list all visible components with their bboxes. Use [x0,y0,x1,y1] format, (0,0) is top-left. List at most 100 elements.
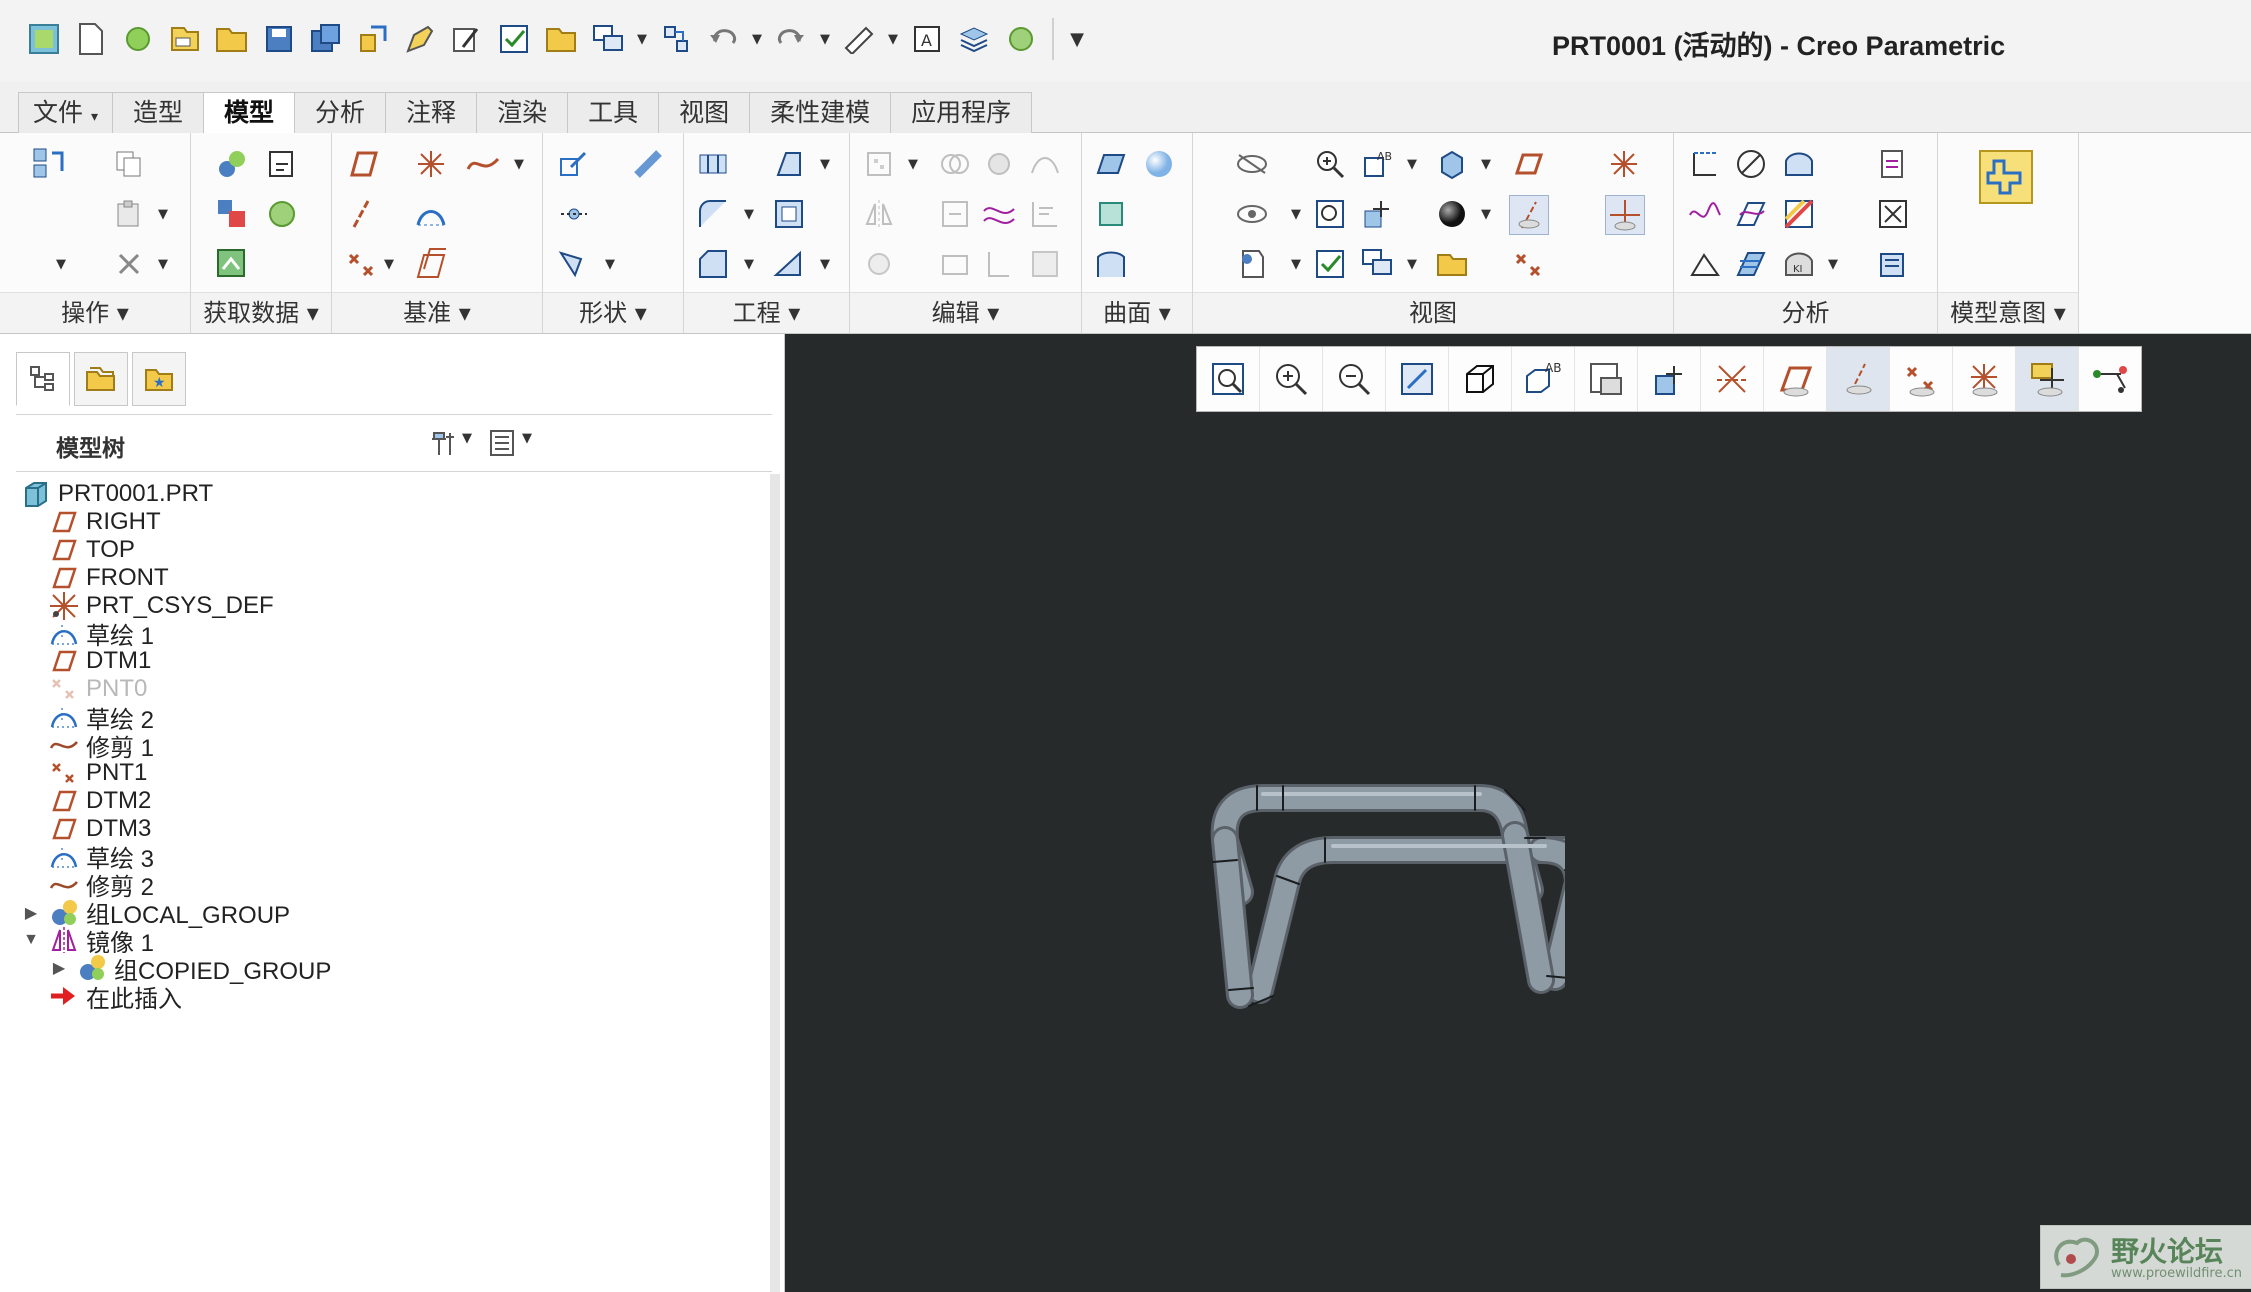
collapse-arrow-icon[interactable]: ▼ [20,929,42,951]
draft-icon[interactable] [770,145,808,183]
publish-geometry-icon[interactable] [213,245,251,283]
extrude-icon[interactable] [555,145,593,183]
parameters-puzzle-icon[interactable] [1976,147,2036,207]
tab-annotate[interactable]: 注释 [385,92,478,133]
datum-plane-icon[interactable] [342,145,380,183]
regenerate-icon[interactable] [30,145,68,183]
status-dropdown-icon[interactable]: ▼ [1291,257,1301,272]
edit-references-icon[interactable] [447,18,487,60]
annotation-display-icon[interactable] [2079,347,2141,411]
tab-styling[interactable]: 造型 [112,92,205,133]
session-sphere-icon[interactable] [118,18,158,60]
tree-filters-dropdown-icon[interactable]: ▼ [522,431,532,446]
chamfer-icon[interactable] [694,245,732,283]
copy-geometry-icon[interactable] [263,145,301,183]
rib-dropdown-icon[interactable]: ▼ [820,257,830,272]
draft-analysis-icon[interactable] [1780,195,1818,233]
tab-view[interactable]: 视图 [658,92,751,133]
saved-views-folder-icon[interactable] [1433,245,1471,283]
csys-display-icon[interactable] [1605,145,1643,183]
delete-dropdown-icon[interactable]: ▼ [158,257,168,272]
offset-icon[interactable] [1026,145,1064,183]
tab-applications[interactable]: 应用程序 [890,92,1033,133]
user-defined-feature-icon[interactable] [213,145,251,183]
point-display-icon[interactable] [1509,245,1547,283]
repaint-icon[interactable] [1386,347,1449,411]
hide-eye-icon[interactable] [1233,145,1271,183]
round-dropdown-icon[interactable]: ▼ [744,207,754,222]
dihedral-angle-icon[interactable] [1686,245,1724,283]
tree-settings-dropdown-icon[interactable]: ▼ [462,431,472,446]
display-style-dropdown-icon[interactable]: ▼ [1481,157,1491,172]
intersect-icon[interactable] [980,145,1018,183]
merge-icon[interactable] [936,145,974,183]
repaint-icon[interactable] [1311,245,1349,283]
perspective-view-icon[interactable] [1638,347,1701,411]
plane-display-icon[interactable] [1764,347,1827,411]
appearance-dropdown-icon[interactable]: ▼ [1481,207,1491,222]
solidify-icon[interactable] [980,245,1018,283]
windows-dropdown-icon[interactable]: ▼ [635,18,649,60]
shell-icon[interactable] [770,195,808,233]
operations-dropdown-icon[interactable]: ▼ [56,257,66,272]
blend-dropdown-icon[interactable]: ▼ [605,257,615,272]
tree-item[interactable]: 在此插入 [46,976,182,1016]
display-style-icon[interactable] [1449,347,1512,411]
manage-views-dropdown-icon[interactable]: ▼ [1407,257,1417,272]
fit-all-icon[interactable] [1874,195,1912,233]
remove-icon[interactable] [1026,245,1064,283]
tree-settings-icon[interactable] [426,425,462,461]
spin-center-icon[interactable] [1605,195,1645,235]
blend-icon[interactable] [555,245,593,283]
saved-analysis-icon[interactable] [1874,245,1912,283]
new-file-icon[interactable] [71,18,111,60]
windows-icon[interactable] [588,18,628,60]
folder-open-icon[interactable] [541,18,581,60]
mirror-icon[interactable] [860,195,898,233]
hole-icon[interactable] [694,145,732,183]
expand-arrow-icon[interactable]: ▶ [20,902,42,924]
extend-icon[interactable] [936,195,974,233]
display-style-icon[interactable] [1433,145,1471,183]
measure-distance-icon[interactable] [1686,145,1724,183]
project-curve-icon[interactable] [980,195,1018,233]
regenerate-manager-icon[interactable] [656,18,696,60]
datum-curve-dropdown-icon[interactable]: ▼ [514,157,524,172]
creo-app-icon[interactable] [24,18,64,60]
boundary-blend-icon[interactable] [1092,145,1130,183]
orient-icon[interactable] [1359,195,1397,233]
open-file-icon[interactable] [212,18,252,60]
tab-model[interactable]: 模型 [203,92,296,134]
csys-display-icon[interactable] [1953,347,2016,411]
axis-display-icon[interactable] [1701,347,1764,411]
freestyle-icon[interactable] [1092,245,1130,283]
regenerate-icon[interactable] [353,18,393,60]
undo-dropdown-icon[interactable]: ▼ [750,18,764,60]
rib-icon[interactable] [770,245,808,283]
shrinkwrap-icon[interactable] [213,195,251,233]
save-copy-icon[interactable] [306,18,346,60]
named-view-icon[interactable]: AB [1359,145,1397,183]
copy-icon[interactable] [110,145,148,183]
refit-icon[interactable] [1311,195,1349,233]
model-report-icon[interactable] [1874,145,1912,183]
mass-properties-icon[interactable] [1780,145,1818,183]
tab-file[interactable]: 文件 ▾ [18,92,113,133]
trim-icon[interactable] [860,245,898,283]
appearance-sphere-icon[interactable] [1001,18,1041,60]
view-manager-icon[interactable] [1575,347,1638,411]
named-view-dropdown-icon[interactable]: ▼ [1407,157,1417,172]
pattern-dropdown-icon[interactable]: ▼ [908,157,918,172]
refit-icon[interactable] [1197,347,1260,411]
tree-filters-icon[interactable] [484,425,520,461]
measure-angle-icon[interactable] [1732,145,1770,183]
coordinate-system-icon[interactable] [412,145,450,183]
delete-icon[interactable] [110,245,148,283]
style-sphere-icon[interactable] [1140,145,1178,183]
section-analysis-icon[interactable] [1732,195,1770,233]
thicken-icon[interactable] [936,245,974,283]
datum-point-dropdown-icon[interactable]: ▼ [384,257,394,272]
merge-sphere-icon[interactable] [263,195,301,233]
datum-axis-icon[interactable] [342,195,380,233]
status-icon[interactable] [1233,245,1271,283]
